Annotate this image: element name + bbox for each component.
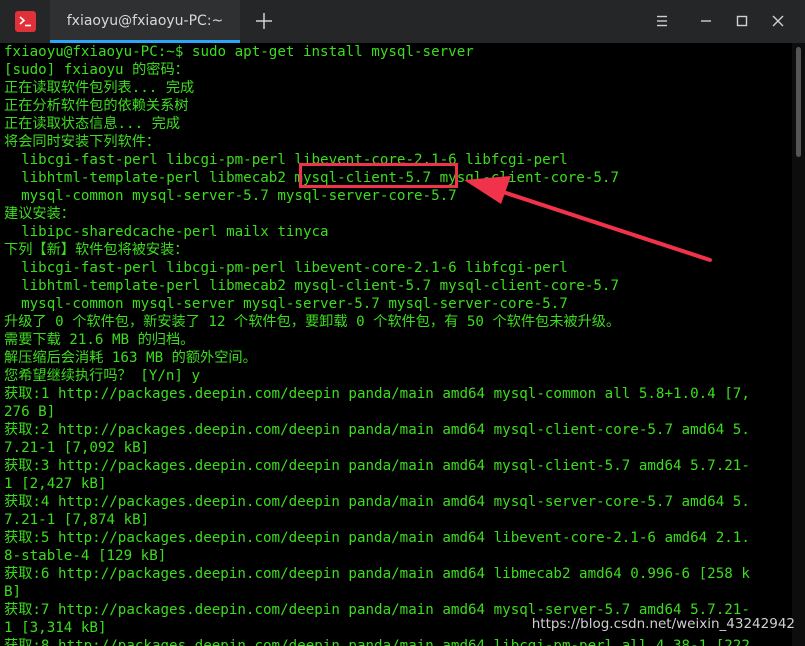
watermark: https://blog.csdn.net/weixin_43242942 (531, 616, 795, 632)
annotation-arrow-icon (464, 176, 712, 262)
